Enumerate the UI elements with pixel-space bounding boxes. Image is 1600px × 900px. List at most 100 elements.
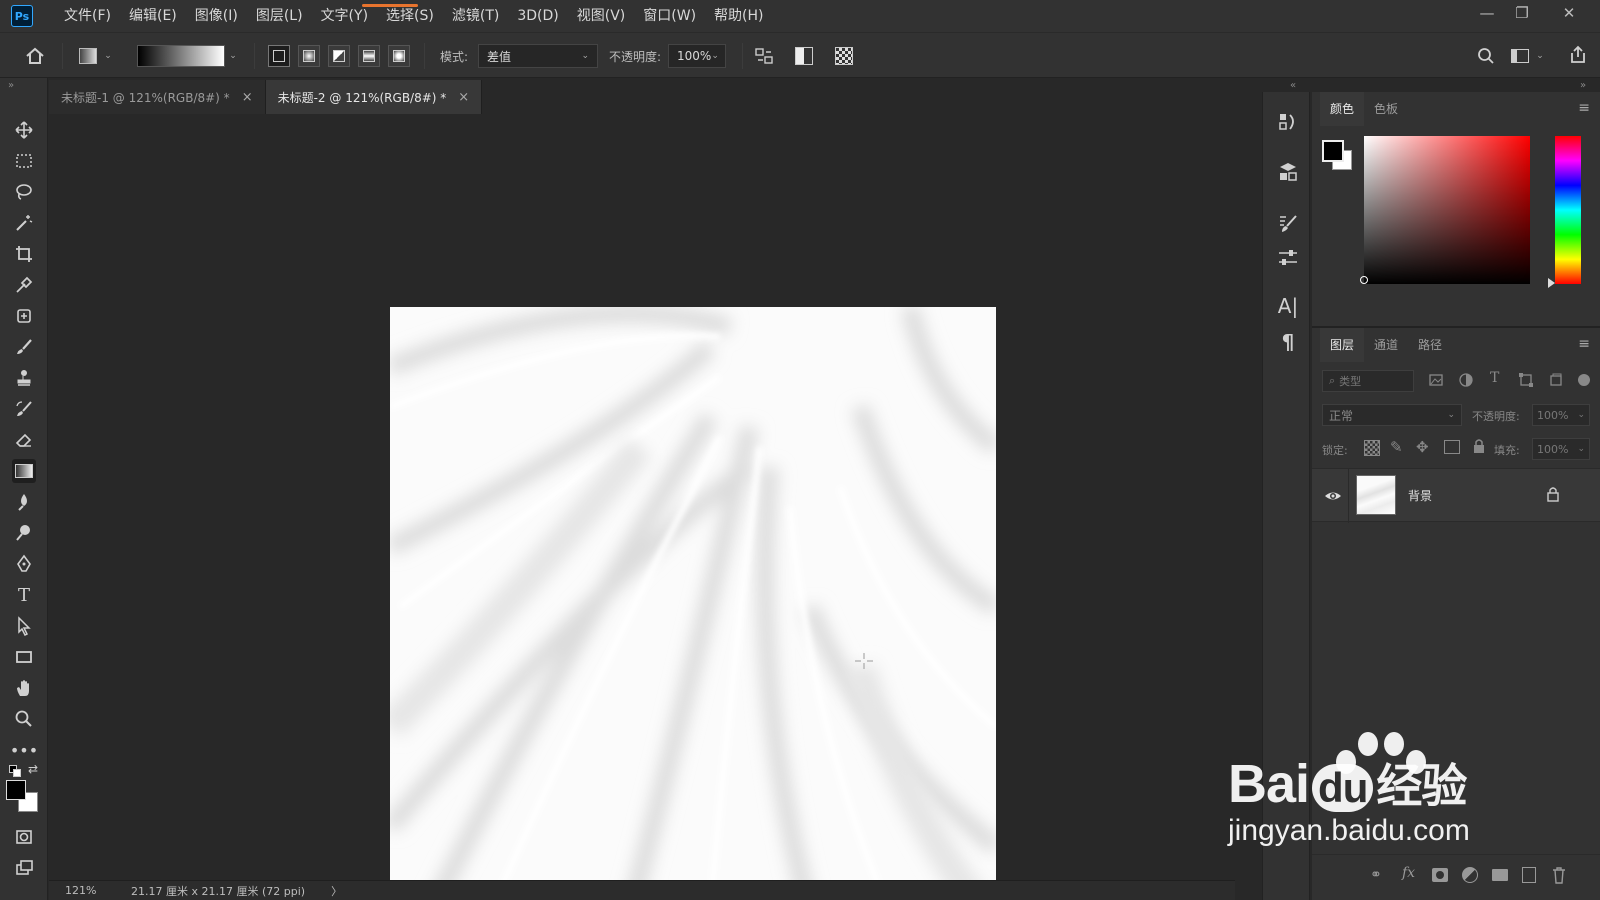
reflected-gradient-button[interactable] (358, 45, 380, 67)
folder-icon[interactable] (1492, 869, 1508, 881)
eye-icon[interactable] (1324, 487, 1342, 505)
search-icon[interactable] (1474, 45, 1498, 67)
blend-mode-select[interactable]: 正常 ⌄ (1322, 404, 1462, 426)
crop-tool-icon[interactable] (12, 242, 36, 266)
reverse-icon[interactable] (752, 45, 776, 67)
libraries-panel-icon[interactable] (1276, 160, 1300, 184)
path-selection-tool-icon[interactable] (12, 614, 36, 638)
collapse-panels-icon[interactable]: « (1290, 80, 1296, 91)
gradient-preview[interactable] (137, 45, 225, 67)
hue-slider[interactable] (1555, 136, 1581, 284)
link-layers-icon[interactable]: ⚭ (1370, 867, 1382, 883)
hand-tool-icon[interactable] (12, 676, 36, 700)
menu-window[interactable]: 窗口(W) (634, 0, 705, 32)
pen-tool-icon[interactable] (12, 552, 36, 576)
restore-button[interactable]: ❐ (1505, 0, 1539, 26)
type-tool-icon[interactable]: T (12, 583, 36, 607)
layer-opacity-input[interactable]: 100% ⌄ (1532, 404, 1590, 426)
panel-menu-icon[interactable]: ≡ (1578, 100, 1590, 116)
saturation-brightness-field[interactable] (1364, 136, 1530, 284)
expand-panels-icon[interactable]: » (1580, 80, 1586, 91)
smart-object-filter-icon[interactable] (1548, 372, 1566, 390)
document-canvas[interactable] (390, 307, 996, 900)
chevron-down-icon[interactable]: ⌄ (102, 47, 114, 65)
layer-filter-select[interactable]: ⌕ 类型 (1322, 370, 1414, 392)
fill-input[interactable]: 100% ⌄ (1532, 438, 1590, 460)
lock-pixels-icon[interactable]: ✎ (1390, 438, 1403, 456)
default-colors-icon[interactable] (6, 762, 21, 777)
lock-transparent-icon[interactable] (1364, 440, 1380, 456)
lock-position-icon[interactable]: ✥ (1416, 438, 1429, 456)
brush-tool-icon[interactable] (12, 335, 36, 359)
history-panel-icon[interactable] (1276, 110, 1300, 134)
tab-paths[interactable]: 路径 (1408, 328, 1452, 362)
status-arrow-icon[interactable]: 〉 (331, 883, 342, 899)
image-filter-icon[interactable] (1428, 372, 1446, 390)
trash-icon[interactable] (1552, 866, 1566, 884)
close-window-button[interactable]: ✕ (1552, 0, 1586, 26)
lock-icon[interactable] (1546, 486, 1560, 502)
menu-edit[interactable]: 编辑(E) (120, 0, 186, 32)
marquee-tool-icon[interactable] (12, 149, 36, 173)
dodge-tool-icon[interactable] (12, 521, 36, 545)
opacity-input[interactable]: 100% ⌄ (668, 44, 726, 68)
adjustment-layer-icon[interactable] (1462, 867, 1478, 883)
lock-all-icon[interactable] (1472, 438, 1486, 454)
fx-icon[interactable]: fx (1402, 865, 1415, 881)
menu-layer[interactable]: 图层(L) (247, 0, 312, 32)
swap-colors-icon[interactable]: ⇄ (26, 762, 40, 776)
stamp-tool-icon[interactable] (12, 366, 36, 390)
eraser-tool-icon[interactable] (12, 428, 36, 452)
angle-gradient-button[interactable] (328, 45, 350, 67)
adjustment-filter-icon[interactable] (1458, 372, 1476, 390)
menu-image[interactable]: 图像(I) (186, 0, 247, 32)
healing-brush-tool-icon[interactable] (12, 304, 36, 328)
tab-layers[interactable]: 图层 (1320, 328, 1365, 362)
more-tools-icon[interactable]: ••• (10, 738, 38, 762)
layers-menu-icon[interactable]: ≡ (1578, 336, 1590, 352)
transparency-icon[interactable] (832, 45, 856, 67)
adjustments-panel-icon[interactable] (1276, 246, 1300, 270)
menu-filter[interactable]: 滤镜(T) (443, 0, 508, 32)
menu-3d[interactable]: 3D(D) (508, 0, 567, 32)
radial-gradient-button[interactable] (298, 45, 320, 67)
shape-filter-icon[interactable] (1518, 372, 1536, 390)
color-swatches[interactable] (6, 780, 42, 816)
tab-swatches[interactable]: 色板 (1364, 92, 1408, 126)
layer-thumbnail[interactable] (1356, 475, 1396, 515)
linear-gradient-button[interactable] (268, 45, 290, 67)
tab-color[interactable]: 颜色 (1320, 92, 1365, 126)
brush-settings-panel-icon[interactable] (1276, 212, 1300, 236)
hue-slider-pointer-icon[interactable] (1548, 278, 1555, 288)
tab-document-1[interactable]: 未标题-1 @ 121%(RGB/8#) * × (49, 80, 266, 114)
tab-document-2[interactable]: 未标题-2 @ 121%(RGB/8#) * × (265, 80, 483, 114)
gradient-picker-chevron-icon[interactable]: ⌄ (226, 47, 240, 65)
blur-tool-icon[interactable] (12, 490, 36, 514)
diamond-gradient-button[interactable] (388, 45, 410, 67)
foreground-color-chip[interactable] (1322, 140, 1344, 162)
lasso-tool-icon[interactable] (12, 180, 36, 204)
history-brush-tool-icon[interactable] (12, 397, 36, 421)
color-picker-handle[interactable] (1360, 276, 1368, 284)
filter-toggle-icon[interactable] (1578, 374, 1590, 386)
tab-channels[interactable]: 通道 (1364, 328, 1408, 362)
zoom-level[interactable]: 121% (65, 884, 125, 897)
type-filter-icon[interactable]: T (1490, 370, 1499, 386)
paragraph-panel-icon[interactable]: ¶ (1276, 330, 1300, 354)
dither-icon[interactable] (792, 45, 816, 67)
eyedropper-tool-icon[interactable] (12, 273, 36, 297)
rectangle-tool-icon[interactable] (12, 645, 36, 669)
foreground-color-swatch[interactable] (6, 780, 26, 800)
home-icon[interactable] (22, 44, 48, 68)
lock-artboard-icon[interactable] (1444, 440, 1460, 454)
menu-help[interactable]: 帮助(H) (705, 0, 772, 32)
layer-name[interactable]: 背景 (1408, 487, 1432, 504)
collapse-toolbar-icon[interactable]: » (4, 80, 18, 91)
screen-mode-icon[interactable] (12, 856, 36, 880)
close-icon[interactable]: × (242, 90, 253, 105)
canvas-workspace[interactable] (49, 114, 1235, 900)
close-icon[interactable]: × (458, 90, 469, 105)
share-icon[interactable] (1566, 43, 1590, 67)
mode-select[interactable]: 差值 ⌄ (478, 44, 598, 68)
menu-file[interactable]: 文件(F) (55, 0, 120, 32)
